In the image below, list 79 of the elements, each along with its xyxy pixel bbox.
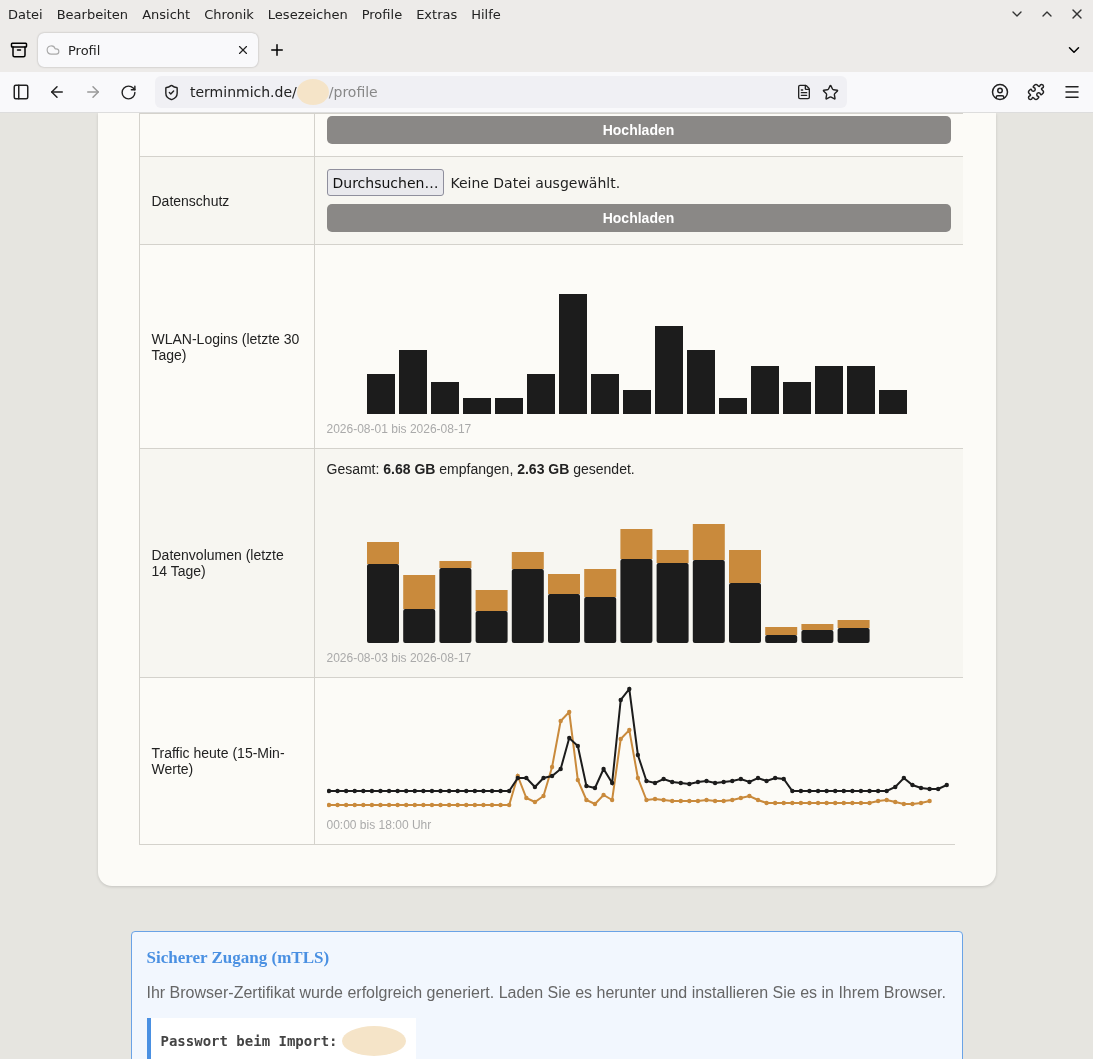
sent-bar-segment bbox=[547, 574, 580, 594]
login-bar bbox=[814, 366, 843, 414]
volume-summary: Gesamt: 6.68 GB empfangen, 2.63 GB gesendet. bbox=[326, 461, 636, 477]
back-icon[interactable] bbox=[48, 83, 66, 101]
menu-item[interactable]: Hilfe bbox=[471, 6, 501, 22]
received-bar-segment bbox=[402, 609, 435, 643]
sent-bar-segment bbox=[837, 620, 870, 628]
row-label: Datenschutz bbox=[151, 192, 230, 209]
tab-list-icon[interactable] bbox=[10, 41, 28, 59]
panel-text: Ihr Browser-Zertifikat wurde erfolgreich generiert. Laden Sie es herunter und installieren Sie es in Ihrem Browser. bbox=[146, 984, 947, 1002]
received-bar-segment bbox=[764, 635, 797, 643]
file-status: Keine Datei ausgewählt. bbox=[450, 174, 621, 191]
sent-bar-segment bbox=[692, 524, 725, 560]
close-icon[interactable] bbox=[236, 43, 250, 57]
reader-view-icon[interactable] bbox=[796, 84, 812, 100]
panel-title: Sicherer Zugang (mTLS) bbox=[146, 948, 331, 968]
login-bar bbox=[686, 350, 715, 414]
date-range: 2026-08-03 bis 2026-08-17 bbox=[326, 651, 473, 665]
received-bar-segment bbox=[728, 583, 761, 643]
login-bar bbox=[494, 398, 523, 414]
account-icon[interactable] bbox=[991, 83, 1009, 101]
login-bar bbox=[622, 390, 651, 414]
row-label: WLAN-Logins (letzte 30 Tage) bbox=[151, 330, 301, 363]
reload-icon[interactable] bbox=[120, 83, 137, 101]
sidebar-icon[interactable] bbox=[12, 83, 30, 101]
login-bar bbox=[718, 398, 747, 414]
login-bar bbox=[526, 374, 555, 414]
row-label: Datenvolumen (letzte 14 Tage) bbox=[151, 547, 285, 579]
received-bar-segment bbox=[547, 594, 580, 643]
browse-button[interactable]: Durchsuchen… bbox=[326, 169, 445, 196]
forward-icon[interactable] bbox=[84, 83, 102, 101]
url-path: /profile bbox=[328, 84, 378, 100]
login-bar bbox=[782, 382, 811, 414]
login-bar bbox=[846, 366, 875, 414]
login-bar bbox=[398, 350, 427, 414]
menu-item[interactable]: Profile bbox=[361, 6, 403, 22]
sent-bar-segment bbox=[764, 627, 797, 635]
menu-item[interactable]: Bearbeiten bbox=[56, 6, 129, 22]
received-bar-segment bbox=[583, 597, 616, 643]
date-range: 2026-08-01 bis 2026-08-17 bbox=[326, 422, 473, 436]
upload-button[interactable]: Hochladen bbox=[326, 204, 951, 232]
menu-item[interactable]: Datei bbox=[8, 6, 43, 22]
sent-bar-segment bbox=[656, 550, 689, 563]
new-tab-icon[interactable] bbox=[268, 41, 286, 59]
menu-item[interactable]: Ansicht bbox=[142, 6, 191, 22]
sent-bar-segment bbox=[475, 590, 508, 611]
sent-bar-segment bbox=[583, 569, 616, 597]
url-host: terminmich.de/ bbox=[190, 84, 297, 100]
sent-bar-segment bbox=[438, 561, 471, 568]
login-bar bbox=[878, 390, 907, 414]
received-bar-segment bbox=[800, 630, 833, 643]
page-icon bbox=[46, 43, 60, 57]
sent-bar-segment bbox=[402, 575, 435, 609]
sent-bar-segment bbox=[366, 542, 399, 564]
sent-bar-segment bbox=[511, 552, 544, 569]
menu-icon[interactable] bbox=[1063, 83, 1081, 101]
sent-bar-segment bbox=[728, 550, 761, 583]
login-bar bbox=[590, 374, 619, 414]
login-bar bbox=[750, 366, 779, 414]
login-bar bbox=[430, 382, 459, 414]
shield-icon bbox=[163, 83, 180, 101]
sent-bar-segment bbox=[800, 624, 833, 630]
address-field[interactable]: terminmich.de/ /profile bbox=[155, 76, 847, 108]
row-label: Traffic heute (15-Min-Werte) bbox=[151, 745, 286, 777]
sent-bar-segment bbox=[619, 529, 652, 559]
login-bar bbox=[462, 398, 491, 414]
extensions-icon[interactable] bbox=[1027, 83, 1045, 101]
received-bar-segment bbox=[837, 628, 870, 643]
time-range: 00:00 bis 18:00 Uhr bbox=[326, 818, 433, 832]
received-bar-segment bbox=[475, 611, 508, 643]
browser-tab[interactable]: Profil bbox=[38, 33, 258, 67]
login-bar bbox=[366, 374, 395, 414]
redaction-mark bbox=[296, 79, 329, 105]
menu-item[interactable]: Chronik bbox=[204, 6, 254, 22]
upload-button[interactable]: Hochladen bbox=[326, 116, 951, 144]
bookmark-star-icon[interactable] bbox=[822, 83, 839, 101]
password-label: Passwort beim Import: bbox=[160, 1033, 338, 1049]
menu-item[interactable]: Extras bbox=[416, 6, 458, 22]
menu-item[interactable]: Lesezeichen bbox=[267, 6, 348, 22]
